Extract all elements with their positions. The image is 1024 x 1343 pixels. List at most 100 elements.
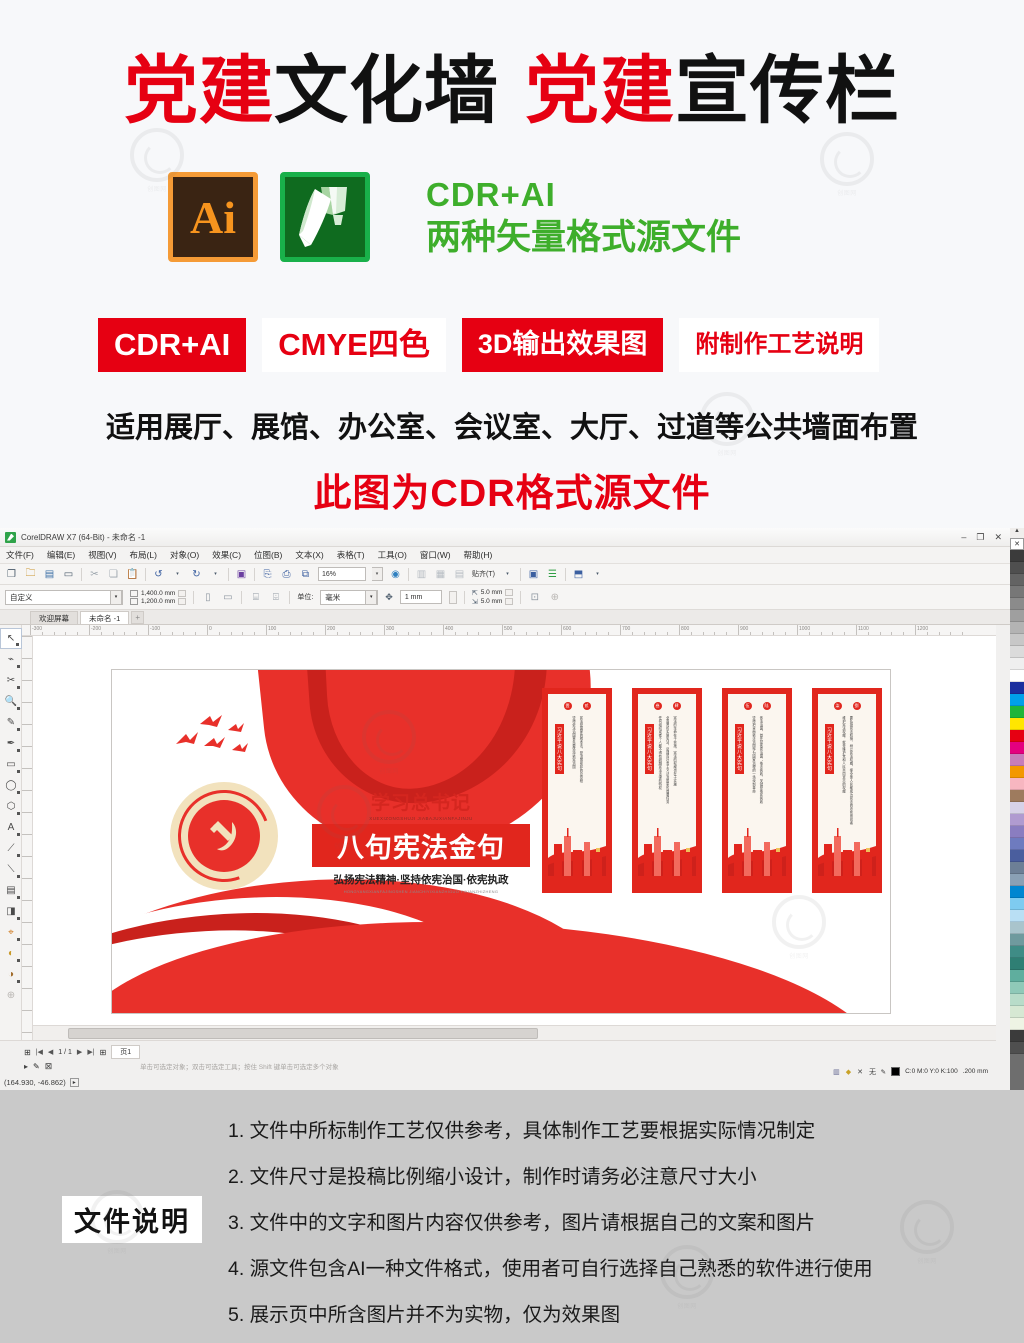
show-rulers-icon[interactable]: ▥ bbox=[415, 568, 428, 581]
palette-swatch[interactable] bbox=[1010, 1006, 1024, 1018]
units-select[interactable]: 毫米 ▾ bbox=[320, 589, 379, 605]
horizontal-scrollbar[interactable] bbox=[33, 1025, 996, 1040]
duplicate-x-spinner[interactable] bbox=[505, 589, 514, 596]
show-guides-icon[interactable]: ▤ bbox=[453, 568, 466, 581]
launcher-dropdown-icon[interactable]: ▾ bbox=[591, 568, 604, 581]
palette-swatch[interactable] bbox=[1010, 898, 1024, 910]
palette-swatch[interactable] bbox=[1010, 790, 1024, 802]
palette-swatch[interactable] bbox=[1010, 826, 1024, 838]
transparency-tool-icon[interactable]: ◨ bbox=[0, 901, 22, 922]
application-launcher-icon[interactable]: ⬒ bbox=[572, 568, 585, 581]
palette-no-color[interactable]: ✕ bbox=[1010, 538, 1024, 550]
interactive-fill-tool-icon[interactable]: ◐ bbox=[0, 943, 22, 964]
palette-swatch[interactable] bbox=[1010, 658, 1024, 670]
page-preset-select[interactable]: 自定义 ▾ bbox=[5, 589, 123, 605]
palette-swatch[interactable] bbox=[1010, 874, 1024, 886]
first-page-button[interactable]: |◀ bbox=[36, 1048, 43, 1056]
undo-icon[interactable]: ↺ bbox=[152, 568, 165, 581]
copy-icon[interactable]: ❏ bbox=[107, 568, 120, 581]
palette-swatch[interactable] bbox=[1010, 646, 1024, 658]
fill-swatch-icon[interactable]: ◆ bbox=[846, 1068, 851, 1076]
palette-swatch[interactable] bbox=[1010, 634, 1024, 646]
page-width-field[interactable]: 1,400.0 mm bbox=[130, 589, 187, 597]
artistic-media-tool-icon[interactable]: ✒ bbox=[0, 733, 22, 754]
menu-view[interactable]: 视图(V) bbox=[88, 549, 116, 561]
print-icon[interactable]: ▭ bbox=[62, 568, 75, 581]
palette-swatch[interactable] bbox=[1010, 1030, 1024, 1042]
add-tab-button[interactable]: + bbox=[131, 611, 145, 624]
crop-tool-icon[interactable]: ✂ bbox=[0, 670, 22, 691]
portrait-orientation-icon[interactable]: ▯ bbox=[201, 591, 214, 604]
chevron-down-icon[interactable]: ▾ bbox=[365, 589, 378, 605]
palette-swatch[interactable] bbox=[1010, 550, 1024, 562]
show-grid-icon[interactable]: ▦ bbox=[434, 568, 447, 581]
duplicate-y-field[interactable]: ⇲ 5.0 mm bbox=[472, 598, 514, 606]
snap-to-dropdown-icon[interactable]: ▾ bbox=[501, 568, 514, 581]
save-icon[interactable]: ▤ bbox=[43, 568, 56, 581]
document-palette-icon[interactable]: ▥ bbox=[833, 1068, 840, 1076]
zoom-dropdown-icon[interactable]: ▾ bbox=[372, 567, 383, 581]
height-spinner[interactable] bbox=[178, 597, 187, 605]
palette-swatch[interactable] bbox=[1010, 694, 1024, 706]
minimize-icon[interactable]: – bbox=[961, 532, 966, 542]
all-pages-icon[interactable]: ⌸ bbox=[249, 591, 262, 604]
palette-swatch[interactable] bbox=[1010, 682, 1024, 694]
straight-line-connector-icon[interactable]: ⟍ bbox=[0, 859, 22, 880]
palette-swatch[interactable] bbox=[1010, 670, 1024, 682]
palette-swatch[interactable] bbox=[1010, 718, 1024, 730]
menu-text[interactable]: 文本(X) bbox=[295, 549, 323, 561]
smart-fill-tool-icon[interactable]: ◑ bbox=[0, 964, 22, 985]
cut-icon[interactable]: ✂ bbox=[88, 568, 101, 581]
palette-swatch[interactable] bbox=[1010, 850, 1024, 862]
quick-customize-toolbox-icon[interactable]: ⊕ bbox=[0, 985, 22, 1006]
menu-tools[interactable]: 工具(O) bbox=[378, 549, 407, 561]
zoom-level-combo[interactable]: 16% bbox=[318, 567, 366, 581]
page-height-field[interactable]: 1,200.0 mm bbox=[130, 597, 187, 605]
undo-dropdown-icon[interactable]: ▾ bbox=[171, 568, 184, 581]
palette-swatch[interactable] bbox=[1010, 982, 1024, 994]
duplicate-x-field[interactable]: ⇱ 5.0 mm bbox=[472, 589, 514, 597]
palette-swatch[interactable] bbox=[1010, 922, 1024, 934]
palette-swatch[interactable] bbox=[1010, 958, 1024, 970]
palette-swatch[interactable] bbox=[1010, 778, 1024, 790]
restore-icon[interactable]: ❐ bbox=[976, 532, 984, 543]
palette-swatch[interactable] bbox=[1010, 934, 1024, 946]
full-screen-preview-icon[interactable]: ◉ bbox=[389, 568, 402, 581]
palette-swatch[interactable] bbox=[1010, 742, 1024, 754]
palette-swatch[interactable] bbox=[1010, 802, 1024, 814]
palette-swatch[interactable] bbox=[1010, 886, 1024, 898]
menu-table[interactable]: 表格(T) bbox=[337, 549, 365, 561]
menu-bitmaps[interactable]: 位图(B) bbox=[254, 549, 282, 561]
palette-swatch[interactable] bbox=[1010, 754, 1024, 766]
palette-swatch[interactable] bbox=[1010, 862, 1024, 874]
freehand-tool-icon[interactable]: ✎ bbox=[0, 712, 22, 733]
tab-untitled-1[interactable]: 未命名 -1 bbox=[80, 611, 130, 624]
menu-help[interactable]: 帮助(H) bbox=[464, 549, 493, 561]
vertical-ruler[interactable] bbox=[22, 636, 33, 1040]
nudge-spinner[interactable] bbox=[448, 590, 457, 604]
text-tool-icon[interactable]: A bbox=[0, 817, 22, 838]
expand-status-icon[interactable]: ▸ bbox=[69, 1078, 79, 1087]
width-spinner[interactable] bbox=[178, 589, 187, 597]
open-icon[interactable]: 🗀 bbox=[24, 568, 37, 581]
import-icon[interactable]: ▣ bbox=[235, 568, 248, 581]
chevron-down-icon[interactable]: ▾ bbox=[110, 589, 122, 605]
drawing-canvas[interactable]: 学习总书记 XUEXIZONGSHUJI JIABAJUXIANFAJINJU … bbox=[33, 636, 996, 1024]
outline-color-swatch[interactable] bbox=[891, 1067, 901, 1076]
palette-swatch[interactable] bbox=[1010, 706, 1024, 718]
horizontal-ruler[interactable]: -300 -200 -100 0 100 200 300 400 500 600 700 800 900… bbox=[22, 625, 996, 636]
palette-swatch[interactable] bbox=[1010, 562, 1024, 574]
current-page-icon[interactable]: ⌹ bbox=[269, 591, 282, 604]
options-icon[interactable]: ▣ bbox=[527, 568, 540, 581]
palette-swatch[interactable] bbox=[1010, 1042, 1024, 1054]
duplicate-y-spinner[interactable] bbox=[505, 598, 514, 605]
palette-swatch[interactable] bbox=[1010, 622, 1024, 634]
palette-scroll-up[interactable]: ▲ bbox=[1010, 528, 1024, 538]
artboard[interactable]: 学习总书记 XUEXIZONGSHUJI JIABAJUXIANFAJINJU … bbox=[111, 669, 891, 1014]
shape-tool-icon[interactable]: ⌁ bbox=[0, 649, 22, 670]
polygon-tool-icon[interactable]: ⬡ bbox=[0, 796, 22, 817]
quick-customize-icon[interactable]: ⊕ bbox=[548, 591, 561, 604]
menu-layout[interactable]: 布局(L) bbox=[130, 549, 157, 561]
close-icon[interactable]: ✕ bbox=[994, 532, 1002, 543]
prev-page-button[interactable]: ◀ bbox=[48, 1048, 53, 1056]
